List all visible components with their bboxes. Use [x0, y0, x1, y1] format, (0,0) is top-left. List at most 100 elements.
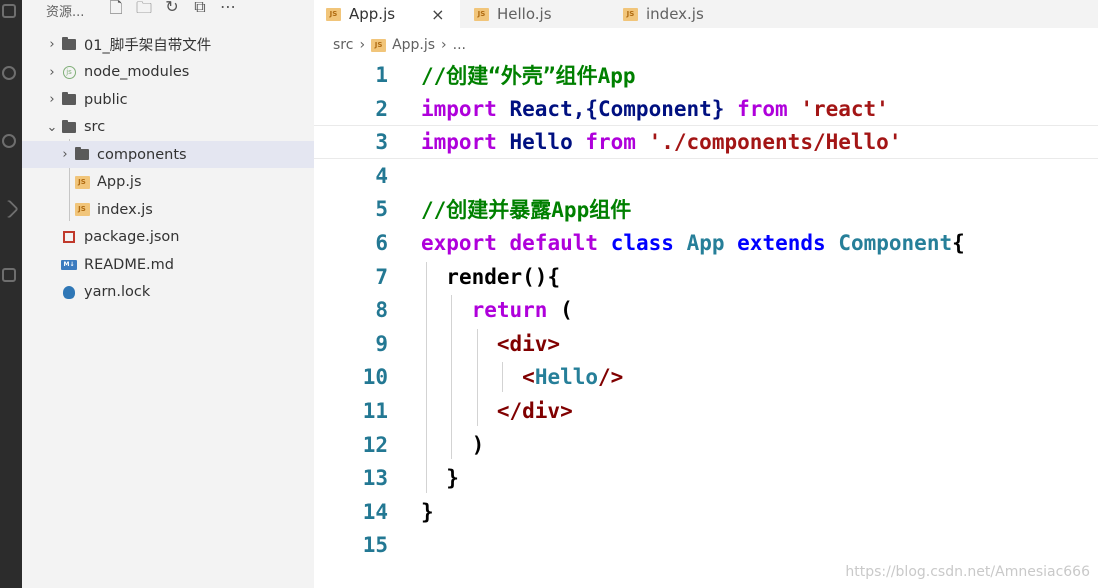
- tree-item-label: package.json: [84, 229, 180, 245]
- search-icon[interactable]: [2, 66, 16, 80]
- json-icon: [60, 231, 78, 243]
- tab-hello-js[interactable]: JS Hello.js: [462, 0, 608, 28]
- close-icon[interactable]: ×: [431, 5, 444, 24]
- breadcrumb-folder[interactable]: src: [333, 37, 353, 53]
- chevron-right-icon[interactable]: ›: [44, 92, 60, 107]
- js-file-icon: JS: [326, 7, 341, 21]
- js-file-icon: JS: [623, 7, 638, 21]
- line-number: 2: [375, 96, 388, 121]
- tree-item-label: yarn.lock: [84, 284, 151, 300]
- folder-icon: [73, 147, 91, 160]
- breadcrumb-file[interactable]: App.js: [392, 37, 435, 53]
- tree-item-app-js[interactable]: JS App.js: [22, 169, 314, 196]
- tab-label: index.js: [646, 5, 704, 23]
- line-number: 10: [362, 365, 388, 390]
- explorer-header: 资源... 🗋 🗀 ↻ ⧉ ⋯: [22, 0, 314, 20]
- code-line[interactable]: 15: [314, 528, 1098, 562]
- line-number: 11: [362, 399, 388, 423]
- code-line[interactable]: 3 import Hello from './components/Hello': [314, 125, 1098, 160]
- js-icon: JS: [73, 203, 91, 216]
- code-line[interactable]: 14}: [314, 495, 1098, 529]
- tree-item-components[interactable]: › components: [22, 141, 314, 168]
- chevron-right-icon[interactable]: ›: [57, 147, 73, 162]
- line-number: 15: [362, 533, 388, 558]
- tree-item-label: App.js: [97, 174, 142, 190]
- new-file-icon[interactable]: 🗋: [108, 0, 124, 24]
- code-line[interactable]: 11 </div>: [314, 394, 1098, 428]
- run-icon[interactable]: [0, 199, 19, 219]
- chevron-right-icon[interactable]: ›: [44, 37, 60, 52]
- editor-tabs: JS App.js × JS Hello.js JS index.js: [314, 0, 1098, 28]
- tree-item-label: 01_脚手架自带文件: [84, 38, 212, 54]
- code-token: />: [598, 365, 624, 390]
- tree-item-01-[interactable]: › 01_脚手架自带文件: [22, 31, 314, 58]
- code-line[interactable]: 9 <div>: [314, 327, 1098, 361]
- code-text: export default class App extends Compone…: [421, 231, 965, 255]
- code-line[interactable]: 6 export default class App extends Compon…: [314, 226, 1098, 260]
- tree-item-package-json[interactable]: package.json: [22, 224, 314, 251]
- tree-item-node-modules[interactable]: › js node_modules: [22, 59, 314, 86]
- line-number: 4: [375, 163, 388, 188]
- explorer-sidebar: 资源... 🗋 🗀 ↻ ⧉ ⋯ › 01_脚手架自带文件 › js node_modul…: [22, 0, 314, 588]
- code-line[interactable]: 13 }: [314, 461, 1098, 495]
- indent-guide: [426, 261, 427, 493]
- more-icon[interactable]: ⋯: [220, 0, 236, 24]
- code-token: Component: [838, 231, 953, 255]
- tab-index-js[interactable]: JS index.js: [611, 0, 757, 28]
- code-token: //创建并暴露App组件: [421, 198, 632, 223]
- code-token: './components/Hello': [648, 130, 902, 155]
- code-text: </div>: [421, 399, 573, 423]
- code-line[interactable]: 1 //创建“外壳”组件App: [314, 58, 1098, 92]
- tree-item-public[interactable]: › public: [22, 86, 314, 113]
- code-token: 'react': [800, 96, 889, 121]
- indent-guide: [502, 362, 504, 392]
- new-folder-icon[interactable]: 🗀: [136, 0, 152, 24]
- line-number: 3: [375, 130, 388, 155]
- tree-item-readme-md[interactable]: M↓ README.md: [22, 251, 314, 278]
- code-line[interactable]: 2 import React,{Component} from 'react': [314, 92, 1098, 126]
- code-token: import: [421, 96, 497, 121]
- code-token: from: [737, 96, 788, 121]
- code-token: from: [585, 130, 636, 155]
- tree-item-yarn-lock[interactable]: yarn.lock: [22, 279, 314, 306]
- code-token: <div>: [496, 331, 561, 356]
- breadcrumb-more[interactable]: ...: [453, 37, 466, 53]
- line-number: 14: [362, 499, 388, 524]
- extensions-icon[interactable]: [2, 268, 16, 282]
- code-line[interactable]: 5 //创建并暴露App组件: [314, 192, 1098, 226]
- chevron-down-icon[interactable]: ⌄: [44, 120, 60, 135]
- yarn-icon: [60, 285, 78, 299]
- chevron-right-icon[interactable]: ›: [44, 65, 60, 80]
- code-line[interactable]: 8 return (: [314, 293, 1098, 327]
- chevron-right-icon: ›: [359, 37, 366, 53]
- line-number: 7: [375, 264, 388, 289]
- source-control-icon[interactable]: [2, 134, 16, 148]
- code-token: </div>: [496, 399, 573, 423]
- tree-item-src[interactable]: ⌄ src: [22, 114, 314, 141]
- code-line[interactable]: 4: [314, 159, 1098, 193]
- js-icon-glyph: JS: [74, 175, 90, 189]
- code-token: Hello: [496, 130, 586, 155]
- chevron-right-icon: ›: [441, 37, 447, 53]
- tab-label: App.js: [349, 5, 396, 23]
- code-token: }: [446, 466, 459, 491]
- code-line[interactable]: 12 ): [314, 428, 1098, 462]
- collapse-icon[interactable]: ⧉: [192, 0, 208, 24]
- line-number: 1: [375, 63, 388, 87]
- tree-item-index-js[interactable]: JS index.js: [22, 196, 314, 223]
- explorer-title: 资源...: [46, 5, 85, 20]
- code-text: <div>: [421, 332, 560, 356]
- folder-icon-glyph: [62, 37, 76, 50]
- refresh-icon[interactable]: ↻: [164, 0, 180, 24]
- node-icon: js: [60, 65, 78, 79]
- explorer-icon[interactable]: [2, 4, 16, 18]
- code-token: render: [446, 264, 523, 289]
- tab-app-js[interactable]: JS App.js ×: [314, 0, 460, 28]
- code-line[interactable]: 10 <Hello/>: [314, 360, 1098, 394]
- code-line[interactable]: 7 render(){: [314, 260, 1098, 294]
